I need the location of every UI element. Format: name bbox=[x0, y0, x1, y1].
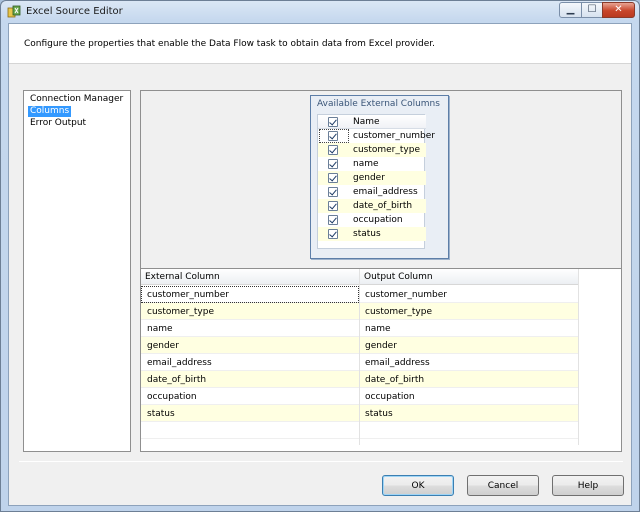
column-checkbox[interactable] bbox=[328, 229, 338, 239]
external-column-name: name bbox=[353, 159, 379, 169]
column-checkbox[interactable] bbox=[328, 131, 338, 141]
column-mapping-grid[interactable]: External Column Output Column customer_n… bbox=[140, 268, 622, 452]
column-checkbox[interactable] bbox=[328, 215, 338, 225]
external-column-row[interactable]: status bbox=[318, 227, 426, 241]
output-column-header[interactable]: Output Column bbox=[364, 272, 433, 282]
external-column-cell[interactable]: status bbox=[147, 409, 175, 419]
external-column-row[interactable]: email_address bbox=[318, 185, 426, 199]
column-checkbox[interactable] bbox=[328, 187, 338, 197]
external-column-cell[interactable]: gender bbox=[147, 341, 179, 351]
external-columns-header-row: Name bbox=[318, 115, 426, 129]
select-all-checkbox[interactable] bbox=[328, 117, 338, 127]
external-column-row[interactable]: customer_number bbox=[318, 129, 435, 143]
grid-column-divider bbox=[578, 269, 579, 445]
maximize-icon: ☐ bbox=[587, 4, 597, 15]
minimize-icon: ▁ bbox=[566, 4, 575, 15]
minimize-button[interactable]: ▁ bbox=[559, 2, 582, 18]
external-column-cell[interactable]: customer_type bbox=[147, 307, 214, 317]
mapping-row[interactable]: status status bbox=[141, 405, 579, 422]
ok-button[interactable]: OK bbox=[382, 475, 454, 496]
output-column-cell[interactable]: customer_type bbox=[365, 307, 432, 317]
mapping-row[interactable]: date_of_birth date_of_birth bbox=[141, 371, 579, 388]
external-column-row[interactable]: customer_type bbox=[318, 143, 426, 157]
output-column-cell[interactable]: customer_number bbox=[365, 290, 447, 300]
external-columns-list[interactable]: Name customer_number customer_type name bbox=[317, 114, 435, 249]
header-band: Configure the properties that enable the… bbox=[9, 24, 631, 64]
external-column-cell[interactable]: occupation bbox=[147, 392, 197, 402]
external-column-name: customer_type bbox=[353, 145, 420, 155]
external-column-cell[interactable]: email_address bbox=[147, 358, 212, 368]
external-column-cell[interactable]: date_of_birth bbox=[147, 375, 206, 385]
mapping-row[interactable]: occupation occupation bbox=[141, 388, 579, 405]
external-columns-box-title: Available External Columns bbox=[317, 99, 440, 109]
excel-source-editor-window: Excel Source Editor ▁ ☐ ✕ Configure the … bbox=[0, 0, 640, 512]
external-column-name: customer_number bbox=[353, 131, 436, 141]
excel-source-icon bbox=[7, 5, 21, 18]
mapping-row[interactable]: gender gender bbox=[141, 337, 579, 354]
footer-separator bbox=[19, 461, 623, 462]
output-column-cell[interactable]: name bbox=[365, 324, 391, 334]
mapping-row[interactable]: customer_type customer_type bbox=[141, 303, 579, 320]
external-column-row[interactable]: occupation bbox=[318, 213, 426, 227]
external-column-cell[interactable]: customer_number bbox=[147, 290, 229, 300]
title-bar[interactable]: Excel Source Editor ▁ ☐ ✕ bbox=[1, 1, 639, 23]
available-external-columns-box[interactable]: Available External Columns Name customer… bbox=[310, 95, 449, 259]
external-column-name: email_address bbox=[353, 187, 418, 197]
external-column-row[interactable]: gender bbox=[318, 171, 426, 185]
external-column-name: status bbox=[353, 229, 381, 239]
output-column-cell[interactable]: date_of_birth bbox=[365, 375, 424, 385]
column-checkbox[interactable] bbox=[328, 145, 338, 155]
external-column-row[interactable]: name bbox=[318, 157, 426, 171]
column-checkbox[interactable] bbox=[328, 159, 338, 169]
nav-item-columns[interactable]: Columns bbox=[28, 106, 72, 117]
mapping-row[interactable]: name name bbox=[141, 320, 579, 337]
columns-design-pane: Available External Columns Name customer… bbox=[140, 90, 622, 270]
external-column-name: date_of_birth bbox=[353, 201, 413, 211]
nav-item-error-output[interactable]: Error Output bbox=[28, 118, 88, 129]
output-column-cell[interactable]: status bbox=[365, 409, 393, 419]
grid-header-row: External Column Output Column bbox=[141, 269, 579, 285]
close-icon: ✕ bbox=[614, 4, 623, 15]
dialog-client-area: Configure the properties that enable the… bbox=[8, 23, 632, 506]
nav-item-connection-manager[interactable]: Connection Manager bbox=[28, 94, 125, 105]
window-title: Excel Source Editor bbox=[26, 6, 123, 17]
grid-column-divider bbox=[359, 269, 360, 445]
page-navigation-list[interactable]: Connection Manager Columns Error Output bbox=[23, 90, 131, 452]
column-checkbox[interactable] bbox=[328, 201, 338, 211]
output-column-cell[interactable]: gender bbox=[365, 341, 397, 351]
maximize-button[interactable]: ☐ bbox=[581, 2, 603, 18]
cancel-button[interactable]: Cancel bbox=[467, 475, 539, 496]
external-column-name: occupation bbox=[353, 215, 403, 225]
mapping-row[interactable]: email_address email_address bbox=[141, 354, 579, 371]
external-column-row[interactable]: date_of_birth bbox=[318, 199, 426, 213]
mapping-row[interactable]: customer_number customer_number bbox=[141, 286, 579, 303]
external-column-cell[interactable]: name bbox=[147, 324, 173, 334]
column-checkbox[interactable] bbox=[328, 173, 338, 183]
output-column-cell[interactable]: occupation bbox=[365, 392, 415, 402]
help-button[interactable]: Help bbox=[552, 475, 624, 496]
external-column-name: gender bbox=[353, 173, 385, 183]
output-column-cell[interactable]: email_address bbox=[365, 358, 430, 368]
external-column-header[interactable]: External Column bbox=[145, 272, 220, 282]
mapping-row-new[interactable] bbox=[141, 422, 579, 439]
header-description: Configure the properties that enable the… bbox=[24, 39, 435, 49]
close-button[interactable]: ✕ bbox=[602, 2, 635, 18]
name-column-header: Name bbox=[353, 117, 380, 127]
